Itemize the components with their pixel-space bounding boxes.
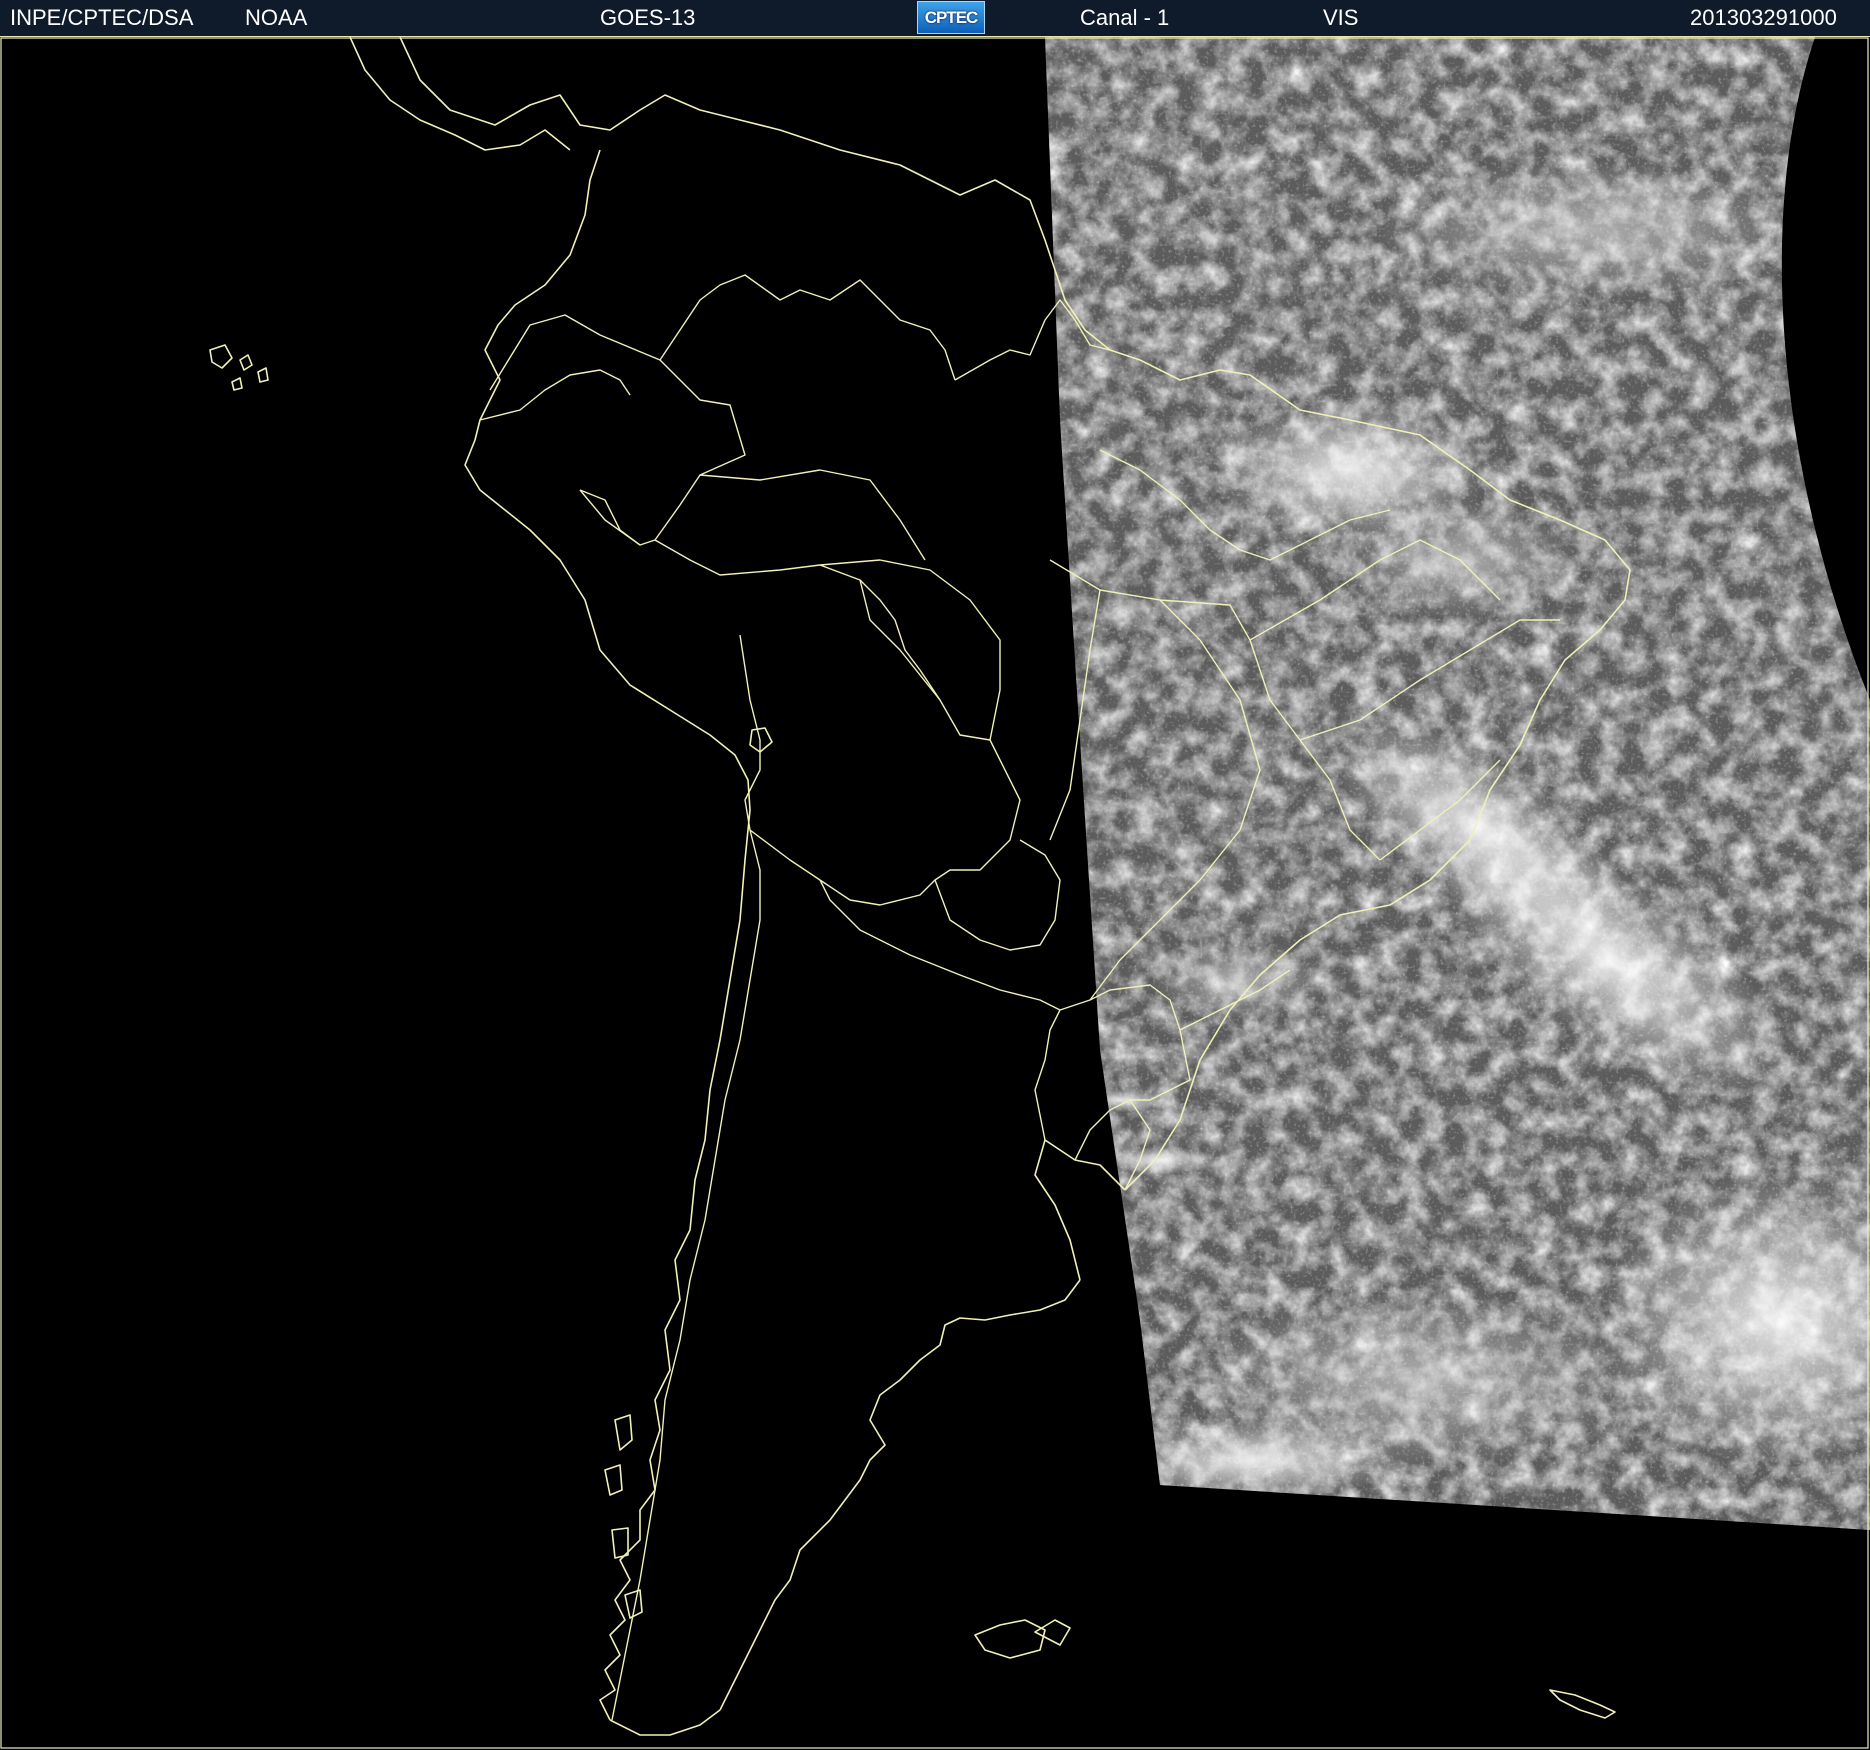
cptec-logo-icon: CPTEC	[917, 1, 985, 34]
border-chile-argentina	[611, 829, 761, 1721]
map-canvas	[0, 37, 1870, 1749]
border-paraguay	[934, 839, 1061, 951]
border-misc	[579, 469, 1001, 741]
border-bolivia	[749, 669, 1021, 906]
falkland-islands	[974, 1619, 1071, 1659]
border-venezuela	[659, 274, 956, 381]
central-america-coast	[349, 37, 571, 151]
image-header: INPE/CPTEC/DSA NOAA GOES-13 CPTEC Canal …	[0, 0, 1870, 37]
border-colombia	[489, 314, 746, 546]
caribbean-coast	[399, 37, 1141, 361]
channel-label: Canal - 1	[1080, 5, 1170, 30]
la-plata-coast	[1034, 1139, 1126, 1281]
border-argentina-north	[819, 879, 1061, 1141]
patagonia-east-coast	[719, 1279, 1081, 1711]
satellite-label: GOES-13	[600, 5, 696, 30]
band-label: VIS	[1323, 5, 1359, 30]
timestamp-label: 201303291000	[1690, 5, 1837, 30]
institution-label: INPE/CPTEC/DSA	[10, 5, 194, 30]
tierra-del-fuego	[609, 1709, 721, 1736]
galapagos-islands	[209, 344, 269, 391]
satellite-map	[0, 37, 1870, 1750]
border-ecuador	[479, 369, 631, 421]
lake-titicaca	[749, 727, 773, 753]
logo-text: CPTEC	[924, 7, 979, 27]
cloud-swath	[1045, 37, 1870, 1530]
agency-label: NOAA	[245, 5, 308, 30]
south-georgia	[1549, 1689, 1616, 1719]
